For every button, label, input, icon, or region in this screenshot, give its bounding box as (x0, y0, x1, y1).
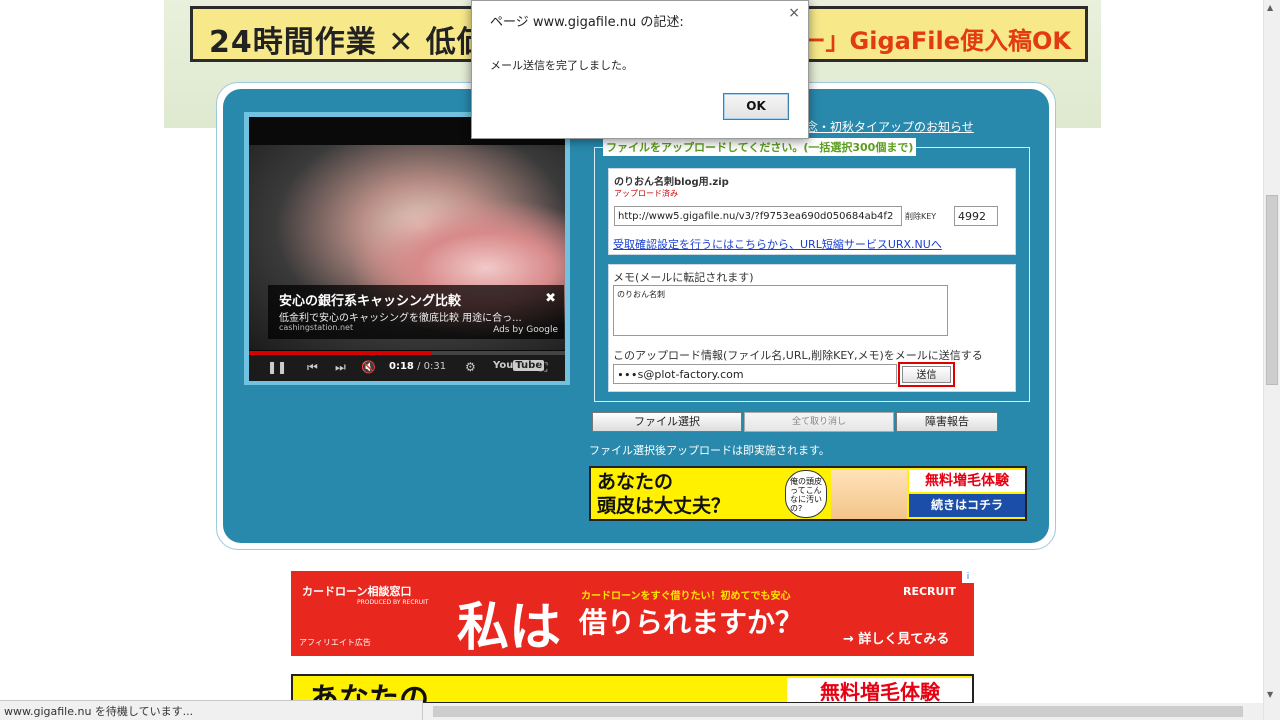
cancel-all-button[interactable]: 全て取り消し (744, 412, 894, 432)
vertical-scrollbar[interactable]: ▲ ▼ (1263, 0, 1280, 720)
hair-ad-cta[interactable]: 続きはコチラ (909, 494, 1025, 517)
horizontal-scroll-thumb[interactable] (433, 706, 1243, 717)
uploaded-file-card: のりおん名刺blog用.zip アップロード済み 削除KEY 受取確認設定を行う… (608, 168, 1016, 255)
memo-textarea[interactable]: のりおん名刺 (613, 285, 948, 336)
hair-ad-line2: 頭皮は大丈夫？ (597, 495, 731, 517)
ok-button[interactable]: OK (723, 93, 789, 120)
banner-right-text: ー」GigaFile便入稿OK (801, 27, 1071, 55)
hair-ad-illustration (831, 470, 907, 519)
email-field[interactable] (613, 364, 897, 384)
status-bar: www.gigafile.nu を待機しています... (0, 700, 423, 720)
loan-ad-affiliate: アフィリエイト広告 (299, 638, 371, 647)
loan-ad-subtag: PRODUCED BY RECRUIT (357, 599, 429, 606)
delete-key-label: 削除KEY (905, 212, 937, 221)
video-time: 0:18 / 0:31 (389, 361, 446, 372)
hair-ad-line1: あなたの (597, 471, 674, 493)
vertical-scroll-thumb[interactable] (1266, 195, 1278, 385)
youtube-logo-icon[interactable]: You Tube (493, 360, 545, 371)
horizontal-scrollbar[interactable] (423, 703, 1263, 720)
previous-icon[interactable]: ⏮ (307, 360, 318, 375)
tieup-notice-link[interactable]: 念・初秋タイアップのお知らせ (806, 118, 974, 135)
loan-ad-more-link[interactable]: → 詳しく見てみる (843, 628, 949, 647)
video-controls: ❚❚ ⏮ ⏭ 🔇 0:18 / 0:31 ⚙ You Tube ⛶ (249, 355, 565, 381)
ad-info-icon[interactable]: i (962, 571, 974, 583)
close-icon[interactable]: ✖ (545, 291, 556, 306)
loan-ad-tag: カードローン相談窓口 (302, 585, 412, 598)
memo-card: メモ(メールに転記されます) のりおん名刺 このアップロード情報(ファイル名,U… (608, 264, 1016, 392)
volume-mute-icon[interactable]: 🔇 (361, 360, 376, 374)
report-issue-button[interactable]: 障害報告 (896, 412, 998, 432)
video-ad-url: cashingstation.net (279, 323, 354, 332)
video-time-total: / 0:31 (417, 361, 447, 372)
memo-label: メモ(メールに転記されます) (613, 271, 754, 284)
video-ad-desc: 低金利で安心のキャッシングを徹底比較 用途に合っ... (279, 313, 522, 324)
hair-ad-cta-block: 無料増毛体験 続きはコチラ (909, 470, 1025, 517)
loan-ad-line1: カードローンをすぐ借りたい！初めてでも安心 (581, 591, 791, 602)
pause-icon[interactable]: ❚❚ (267, 360, 287, 374)
video-ad-title[interactable]: 安心の銀行系キャッシング比較 (279, 290, 461, 309)
hair-ad-headline: あなたの 頭皮は大丈夫？ (597, 470, 730, 518)
fullscreen-icon[interactable]: ⛶ (539, 360, 547, 375)
scroll-up-icon[interactable]: ▲ (1267, 3, 1273, 12)
dialog-message: メール送信を完了しました。 (490, 59, 633, 72)
send-mail-label: 送信 (902, 366, 951, 383)
file-select-button[interactable]: ファイル選択 (592, 412, 742, 432)
settings-gear-icon[interactable]: ⚙ (465, 360, 476, 374)
upload-note: ファイル選択後アップロードは即実施されます。 (589, 444, 830, 457)
dialog-title: ページ www.gigafile.nu の記述: (490, 15, 684, 30)
loan-ad-line2: 借りられますか？ (579, 606, 804, 639)
ads-by-google[interactable]: Ads by Google (493, 325, 558, 335)
close-icon[interactable]: × (788, 5, 800, 21)
video-ad-overlay[interactable]: 安心の銀行系キャッシング比較 低金利で安心のキャッシングを徹底比較 用途に合っ.… (268, 285, 564, 339)
loan-ad-banner[interactable]: カードローン相談窓口 PRODUCED BY RECRUIT アフィリエイト広告… (291, 571, 974, 656)
file-status: アップロード済み (614, 189, 678, 198)
file-name: のりおん名刺blog用.zip (614, 177, 729, 188)
hair-ad-small[interactable]: あなたの 頭皮は大丈夫？ 俺の頭皮ってこんなに汚いの? 無料増毛体験 続きはコチラ (589, 466, 1027, 521)
scroll-down-icon[interactable]: ▼ (1267, 690, 1273, 699)
recruit-logo: RECRUIT (903, 585, 957, 598)
video-time-current: 0:18 (389, 361, 414, 372)
next-icon[interactable]: ⏭ (335, 360, 346, 375)
alert-dialog: ページ www.gigafile.nu の記述: × メール送信を完了しました。… (471, 0, 809, 139)
delete-key-field[interactable] (954, 206, 998, 226)
hair-ad-large-offer: 無料増毛体験 (787, 678, 972, 702)
loan-ad-big-text: 私は (457, 598, 562, 656)
urx-shortener-link[interactable]: 受取確認設定を行うにはこちらから、URL短縮サービスURX.NUへ (613, 236, 942, 252)
video-player[interactable]: 安心の銀行系キャッシング比較 低金利で安心のキャッシングを徹底比較 用途に合っ.… (249, 117, 565, 381)
send-mail-button[interactable]: 送信 (898, 362, 955, 387)
hair-ad-bubble: 俺の頭皮ってこんなに汚いの? (785, 470, 827, 518)
download-url-field[interactable] (614, 206, 902, 226)
banner-left-text: 24時間作業 ✕ 低価 (209, 25, 488, 60)
upload-legend: ファイルをアップロードしてください。(一括選択300個まで) (603, 138, 917, 156)
hair-ad-offer: 無料増毛体験 (909, 470, 1025, 492)
mail-label: このアップロード情報(ファイル名,URL,削除KEY,メモ)をメールに送信する (613, 349, 983, 362)
